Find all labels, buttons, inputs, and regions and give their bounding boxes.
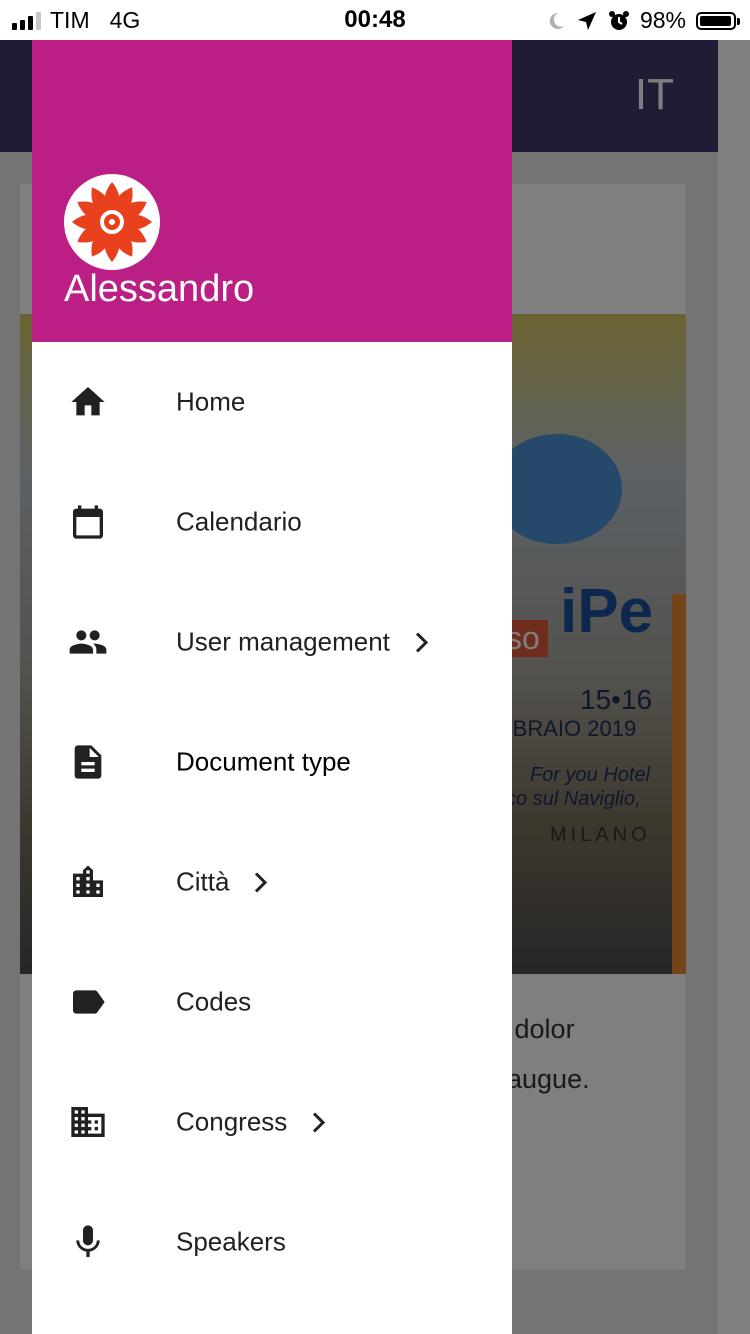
battery-fill — [700, 15, 732, 26]
battery-icon — [696, 11, 740, 30]
menu-item-calendario[interactable]: Calendario — [32, 462, 512, 582]
menu-label-user-management: User management — [176, 627, 432, 658]
chevron-right-icon — [251, 870, 271, 894]
navigation-drawer: Alessandro Home Calendario User manageme… — [32, 40, 512, 1334]
menu-label-text: Congress — [176, 1106, 288, 1137]
menu-label-congress: Congress — [176, 1107, 329, 1138]
chevron-right-icon — [309, 1110, 329, 1134]
menu-label-text: Città — [176, 866, 230, 897]
status-bar: TIM 4G 00:48 98% — [0, 0, 750, 40]
alarm-icon — [608, 10, 629, 30]
drawer-menu: Home Calendario User management Document… — [32, 342, 512, 1302]
location-arrow-icon — [577, 11, 596, 30]
menu-item-congress[interactable]: Congress — [32, 1062, 512, 1182]
lotus-logo-icon — [72, 182, 152, 262]
document-icon — [68, 740, 108, 784]
drawer-header: Alessandro — [32, 40, 512, 342]
menu-label-home: Home — [176, 386, 246, 417]
status-right: 98% — [546, 7, 740, 34]
menu-item-speakers[interactable]: Speakers — [32, 1182, 512, 1302]
calendar-icon — [68, 500, 108, 544]
menu-item-user-management[interactable]: User management — [32, 582, 512, 702]
menu-label-speakers: Speakers — [176, 1226, 286, 1257]
menu-item-codes[interactable]: Codes — [32, 942, 512, 1062]
people-icon — [68, 620, 108, 664]
menu-item-home[interactable]: Home — [32, 342, 512, 462]
menu-item-document-type[interactable]: Document type — [32, 702, 512, 822]
avatar[interactable] — [64, 174, 160, 270]
chevron-right-icon — [412, 630, 432, 654]
menu-label-citta: Città — [176, 867, 271, 898]
label-icon — [68, 980, 108, 1024]
menu-item-citta[interactable]: Città — [32, 822, 512, 942]
moon-icon — [549, 12, 564, 29]
user-name: Alessandro — [64, 268, 255, 310]
menu-label-document-type: Document type — [176, 746, 351, 777]
microphone-icon — [68, 1220, 108, 1264]
city-icon — [68, 860, 108, 904]
menu-label-text: User management — [176, 626, 390, 657]
building-icon — [68, 1100, 108, 1144]
menu-label-calendario: Calendario — [176, 506, 302, 537]
battery-percent: 98% — [639, 7, 686, 33]
home-icon — [68, 380, 108, 424]
menu-label-codes: Codes — [176, 986, 252, 1017]
